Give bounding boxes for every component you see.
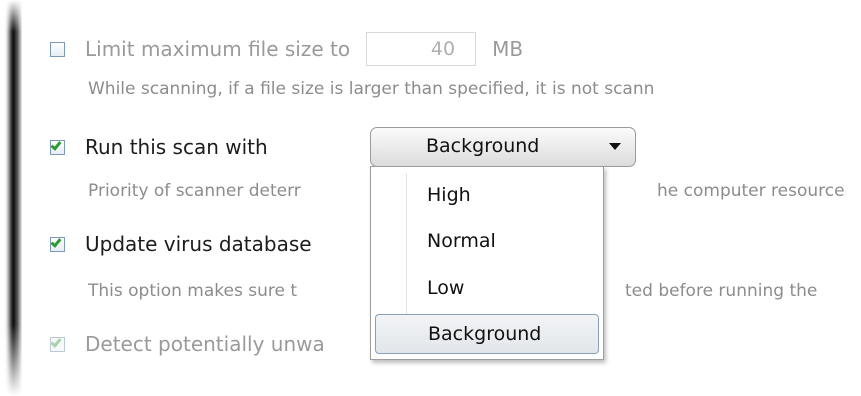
check-icon: [50, 138, 62, 151]
priority-option-label: High: [427, 184, 471, 206]
limit-size-row: Limit maximum file size to 40 MB: [50, 32, 523, 66]
priority-option-label: Normal: [427, 230, 496, 252]
chevron-down-icon[interactable]: [609, 143, 621, 150]
detect-pua-row: Detect potentially unwa: [50, 332, 325, 356]
update-db-checkbox[interactable]: [50, 235, 65, 252]
detect-pua-label: Detect potentially unwa: [85, 332, 325, 356]
update-db-label: Update virus database: [85, 232, 312, 256]
priority-option-background[interactable]: Background: [375, 314, 599, 354]
panel-edge-shadow: [0, 0, 22, 396]
limit-size-label: Limit maximum file size to: [85, 37, 351, 61]
check-icon: [50, 235, 62, 248]
run-scan-checkbox[interactable]: [50, 138, 65, 155]
max-file-size-input[interactable]: 40: [366, 32, 477, 66]
run-scan-label: Run this scan with: [85, 135, 268, 159]
limit-size-description: While scanning, if a file size is larger…: [88, 79, 655, 99]
priority-option-high[interactable]: High: [375, 176, 599, 216]
priority-option-label: Background: [428, 323, 542, 345]
priority-option-label: Low: [427, 277, 465, 299]
priority-option-low[interactable]: Low: [375, 269, 599, 309]
detect-pua-checkbox[interactable]: [50, 335, 65, 352]
scan-priority-select[interactable]: Background: [370, 127, 636, 167]
limit-size-checkbox[interactable]: [50, 41, 65, 57]
update-db-row: Update virus database: [50, 232, 312, 256]
scan-options-panel: Limit maximum file size to 40 MB While s…: [0, 0, 861, 396]
run-scan-description-tail: he computer resource: [657, 181, 845, 201]
update-db-description-tail: ted before running the: [625, 281, 818, 301]
update-db-description: This option makes sure t: [88, 281, 298, 301]
size-unit-label: MB: [492, 37, 524, 61]
scan-priority-value: Background: [426, 135, 540, 157]
scan-priority-dropdown: High Normal Low Background: [370, 166, 604, 360]
run-scan-description: Priority of scanner deterr: [88, 181, 301, 201]
priority-option-normal[interactable]: Normal: [375, 222, 599, 262]
run-scan-row: Run this scan with: [50, 135, 268, 159]
check-icon: [50, 335, 62, 348]
